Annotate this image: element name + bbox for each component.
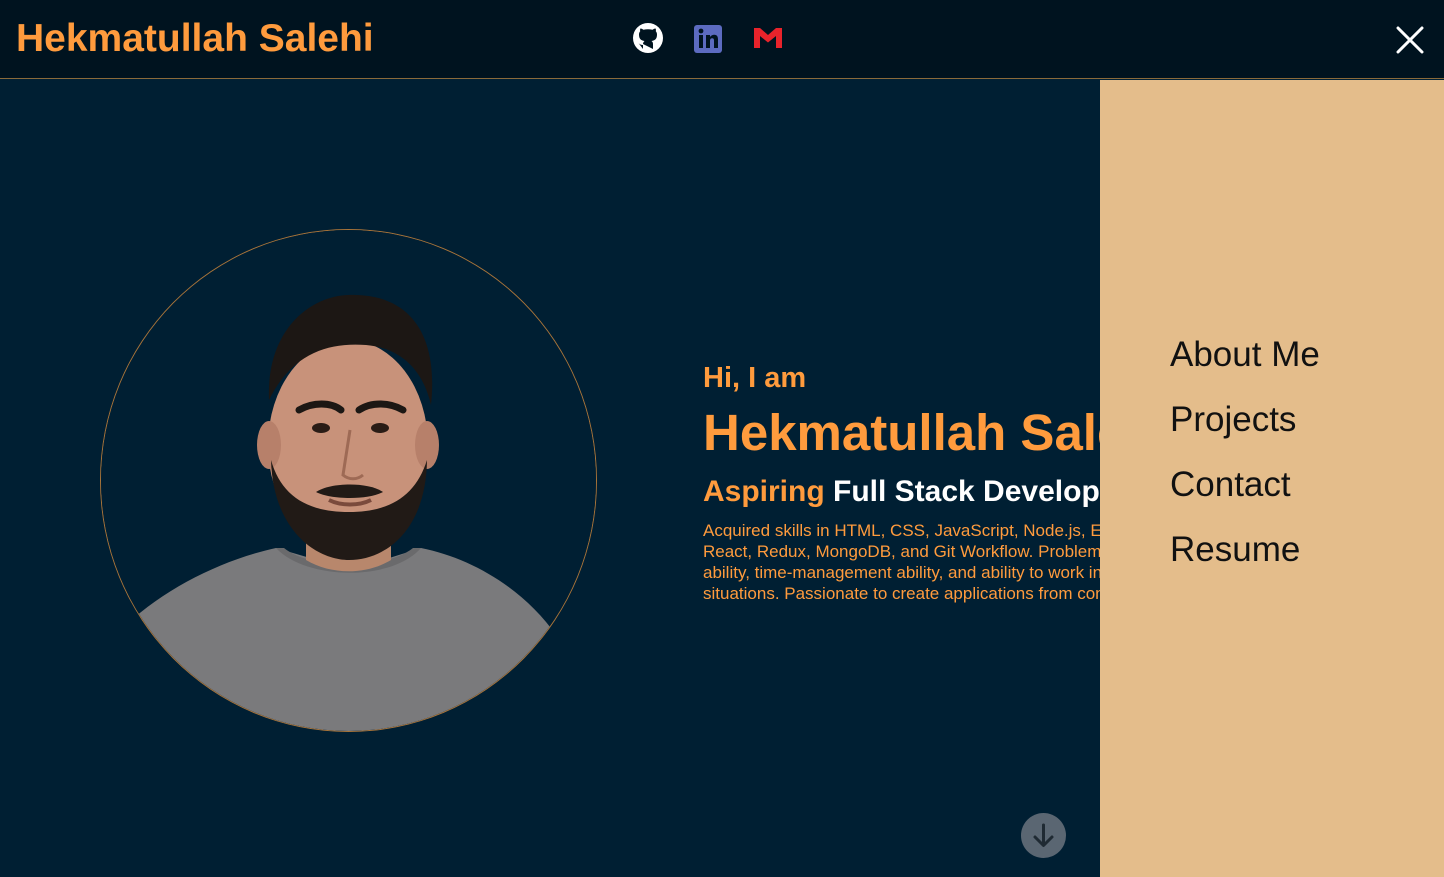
menu-item-projects[interactable]: Projects xyxy=(1170,399,1320,464)
github-link[interactable] xyxy=(632,22,664,54)
brand-name[interactable]: Hekmatullah Salehi xyxy=(16,16,374,62)
intro-section: Hi, I am Hekmatullah Salehi Aspiring Ful… xyxy=(703,360,1171,604)
gmail-icon xyxy=(754,28,782,48)
role-prefix: Aspiring xyxy=(703,475,825,508)
top-header: Hekmatullah Salehi xyxy=(0,0,1444,79)
gmail-link[interactable] xyxy=(752,22,784,54)
linkedin-link[interactable] xyxy=(692,22,724,54)
github-icon xyxy=(633,23,663,53)
scroll-down-button[interactable] xyxy=(1021,813,1066,858)
hero-name: Hekmatullah Salehi xyxy=(703,404,1171,461)
menu-item-contact[interactable]: Contact xyxy=(1170,464,1320,529)
role-text: Full Stack Developer xyxy=(833,475,1129,508)
linkedin-icon xyxy=(694,25,722,53)
menu-item-resume[interactable]: Resume xyxy=(1170,529,1320,594)
page: Hi, I am Hekmatullah Salehi Aspiring Ful… xyxy=(0,0,1444,877)
close-menu-button[interactable] xyxy=(1390,20,1430,60)
arrow-down-icon xyxy=(1033,823,1054,847)
close-icon xyxy=(1396,26,1424,54)
nav-drawer: About Me Projects Contact Resume xyxy=(1100,80,1444,877)
menu-item-about[interactable]: About Me xyxy=(1170,334,1320,399)
profile-photo xyxy=(100,229,597,732)
greeting-text: Hi, I am xyxy=(703,362,807,394)
role-title: Aspiring Full Stack Developer xyxy=(703,474,1128,510)
nav-menu: About Me Projects Contact Resume xyxy=(1170,334,1320,594)
portrait-image xyxy=(101,230,596,731)
